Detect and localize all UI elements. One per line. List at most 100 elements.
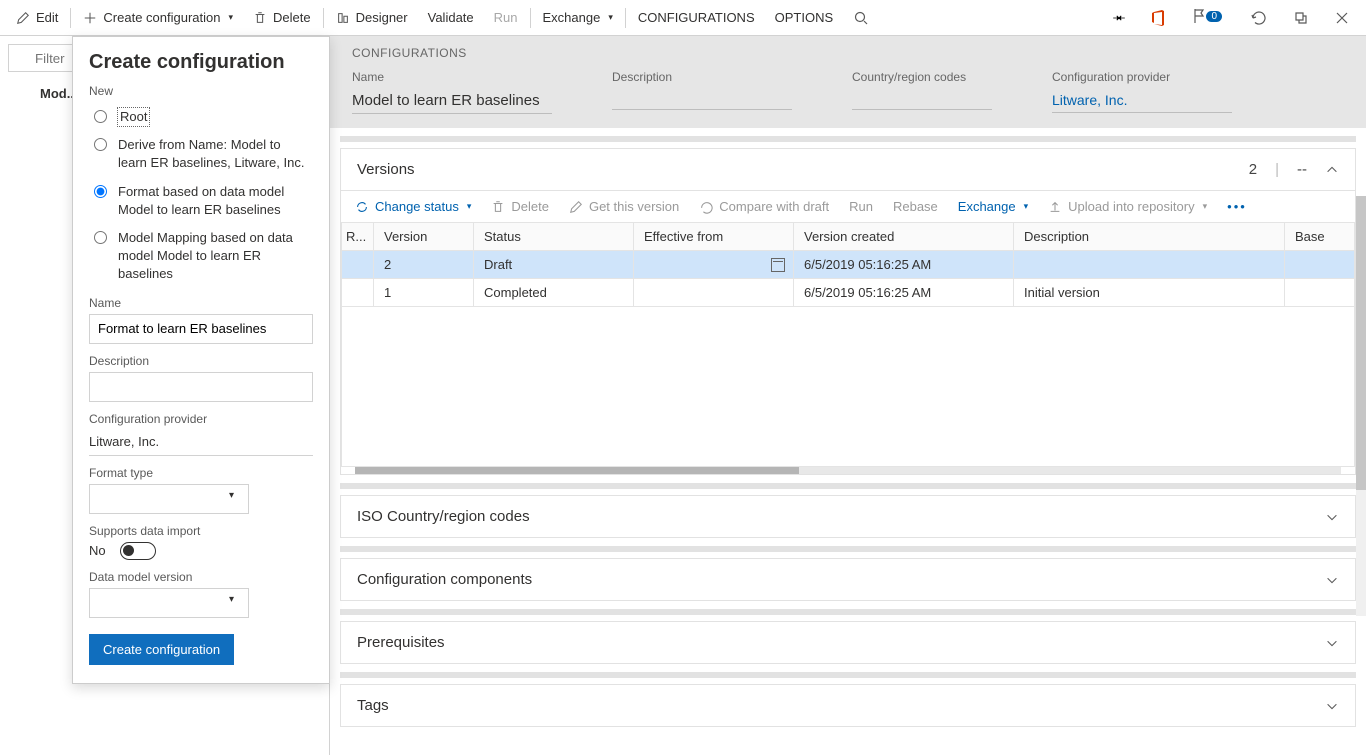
tags-title: Tags bbox=[357, 697, 389, 714]
radio-root[interactable]: Root bbox=[89, 108, 313, 126]
col-version[interactable]: Version bbox=[374, 223, 474, 251]
run-button[interactable]: Run bbox=[484, 0, 528, 35]
config-country-value bbox=[852, 88, 992, 110]
table-row[interactable]: 1Completed6/5/2019 05:16:25 AMInitial ve… bbox=[342, 279, 1355, 307]
supports-import-toggle[interactable] bbox=[120, 542, 156, 560]
tags-panel-header[interactable]: Tags bbox=[341, 685, 1355, 726]
configurations-section-title: CONFIGURATIONS bbox=[352, 46, 1344, 60]
iso-panel-header[interactable]: ISO Country/region codes bbox=[341, 496, 1355, 537]
options-label: OPTIONS bbox=[775, 10, 834, 25]
config-description-value bbox=[612, 88, 792, 110]
run-label: Run bbox=[494, 10, 518, 25]
name-label: Name bbox=[89, 296, 313, 310]
radio-mapping[interactable]: Model Mapping based on data model Model … bbox=[89, 229, 313, 284]
table-scrollbar[interactable] bbox=[355, 467, 1341, 474]
new-section-label: New bbox=[89, 84, 313, 98]
provider-label: Configuration provider bbox=[89, 412, 313, 426]
col-base[interactable]: Base bbox=[1285, 223, 1355, 251]
change-status-button[interactable]: Change status▾ bbox=[355, 199, 471, 214]
chevron-down-icon bbox=[1325, 510, 1339, 524]
create-configuration-submit[interactable]: Create configuration bbox=[89, 634, 234, 665]
exchange-label: Exchange bbox=[543, 10, 601, 25]
configurations-section: CONFIGURATIONS Name Model to learn ER ba… bbox=[330, 36, 1366, 128]
versions-delete-button[interactable]: Delete bbox=[491, 199, 549, 214]
rebase-button[interactable]: Rebase bbox=[893, 199, 938, 214]
create-configuration-button[interactable]: Create configuration ▾ bbox=[73, 0, 243, 35]
create-config-label: Create configuration bbox=[103, 10, 220, 25]
radio-derive[interactable]: Derive from Name: Model to learn ER base… bbox=[89, 136, 313, 172]
radio-format[interactable]: Format based on data model Model to lear… bbox=[89, 183, 313, 219]
versions-dash: -- bbox=[1297, 161, 1307, 178]
calendar-icon[interactable] bbox=[771, 258, 785, 272]
col-row[interactable]: R... bbox=[342, 223, 374, 251]
options-tab[interactable]: OPTIONS bbox=[765, 0, 844, 35]
compare-button[interactable]: Compare with draft bbox=[699, 199, 829, 214]
config-country-label: Country/region codes bbox=[852, 70, 992, 84]
radio-root-label: Root bbox=[118, 108, 149, 126]
chevron-down-icon bbox=[1325, 699, 1339, 713]
plus-icon bbox=[83, 11, 97, 25]
prereq-panel-header[interactable]: Prerequisites bbox=[341, 622, 1355, 663]
upload-button[interactable]: Upload into repository▾ bbox=[1048, 199, 1207, 214]
designer-label: Designer bbox=[356, 10, 408, 25]
vertical-scrollbar[interactable] bbox=[1356, 196, 1366, 616]
close-icon[interactable] bbox=[1334, 10, 1350, 26]
chevron-down-icon: ▾ bbox=[228, 12, 233, 23]
search-button[interactable] bbox=[843, 0, 879, 35]
versions-run-button[interactable]: Run bbox=[849, 199, 873, 214]
versions-panel: Versions 2 | -- Change status▾ Dele bbox=[340, 148, 1356, 475]
get-version-button[interactable]: Get this version bbox=[569, 199, 679, 214]
configurations-tab[interactable]: CONFIGURATIONS bbox=[628, 0, 765, 35]
chevron-down-icon: ▾ bbox=[608, 12, 613, 23]
radio-mapping-label: Model Mapping based on data model Model … bbox=[118, 229, 313, 284]
delete-button[interactable]: Delete bbox=[243, 0, 321, 35]
more-button[interactable]: ••• bbox=[1227, 199, 1247, 214]
description-input[interactable] bbox=[89, 372, 313, 402]
versions-toolbar: Change status▾ Delete Get this version C… bbox=[341, 191, 1355, 222]
prereq-panel: Prerequisites bbox=[340, 621, 1356, 664]
trash-icon bbox=[491, 200, 505, 214]
name-input[interactable] bbox=[89, 314, 313, 344]
designer-icon bbox=[336, 11, 350, 25]
components-panel-header[interactable]: Configuration components bbox=[341, 559, 1355, 600]
prereq-title: Prerequisites bbox=[357, 634, 445, 651]
designer-button[interactable]: Designer bbox=[326, 0, 418, 35]
notification-button[interactable]: 0 bbox=[1191, 7, 1226, 28]
data-model-version-select[interactable] bbox=[89, 588, 249, 618]
popout-icon[interactable] bbox=[1292, 9, 1310, 27]
col-created[interactable]: Version created bbox=[794, 223, 1014, 251]
pencil-icon bbox=[16, 11, 30, 25]
cycle-icon bbox=[355, 200, 369, 214]
connector-icon[interactable] bbox=[1111, 12, 1127, 24]
validate-button[interactable]: Validate bbox=[418, 0, 484, 35]
versions-panel-header[interactable]: Versions 2 | -- bbox=[341, 149, 1355, 190]
chevron-down-icon bbox=[1325, 573, 1339, 587]
trash-icon bbox=[253, 11, 267, 25]
versions-exchange-button[interactable]: Exchange▾ bbox=[958, 199, 1028, 214]
config-provider-value[interactable]: Litware, Inc. bbox=[1052, 88, 1232, 113]
config-name-label: Name bbox=[352, 70, 552, 84]
components-panel: Configuration components bbox=[340, 558, 1356, 601]
create-configuration-dropdown: Create configuration New Root Derive fro… bbox=[72, 36, 330, 684]
data-model-version-label: Data model version bbox=[89, 570, 313, 584]
edit-button[interactable]: Edit bbox=[6, 0, 68, 35]
config-provider-label: Configuration provider bbox=[1052, 70, 1232, 84]
edit-icon bbox=[569, 200, 583, 214]
components-title: Configuration components bbox=[357, 571, 532, 588]
top-toolbar: Edit Create configuration ▾ Delete Desig… bbox=[0, 0, 1366, 36]
refresh-icon[interactable] bbox=[1250, 9, 1268, 27]
table-row[interactable]: 2Draft6/5/2019 05:16:25 AM bbox=[342, 251, 1355, 279]
validate-label: Validate bbox=[428, 10, 474, 25]
chevron-down-icon bbox=[1325, 636, 1339, 650]
configurations-label: CONFIGURATIONS bbox=[638, 10, 755, 25]
col-description[interactable]: Description bbox=[1014, 223, 1285, 251]
office-icon[interactable] bbox=[1151, 10, 1167, 26]
right-content: CONFIGURATIONS Name Model to learn ER ba… bbox=[330, 36, 1366, 755]
exchange-button[interactable]: Exchange ▾ bbox=[533, 0, 623, 35]
versions-table: R... Version Status Effective from Versi… bbox=[341, 222, 1355, 307]
upload-icon bbox=[1048, 200, 1062, 214]
format-type-select[interactable] bbox=[89, 484, 249, 514]
col-effective[interactable]: Effective from bbox=[634, 223, 794, 251]
config-name-value: Model to learn ER baselines bbox=[352, 88, 552, 114]
col-status[interactable]: Status bbox=[474, 223, 634, 251]
